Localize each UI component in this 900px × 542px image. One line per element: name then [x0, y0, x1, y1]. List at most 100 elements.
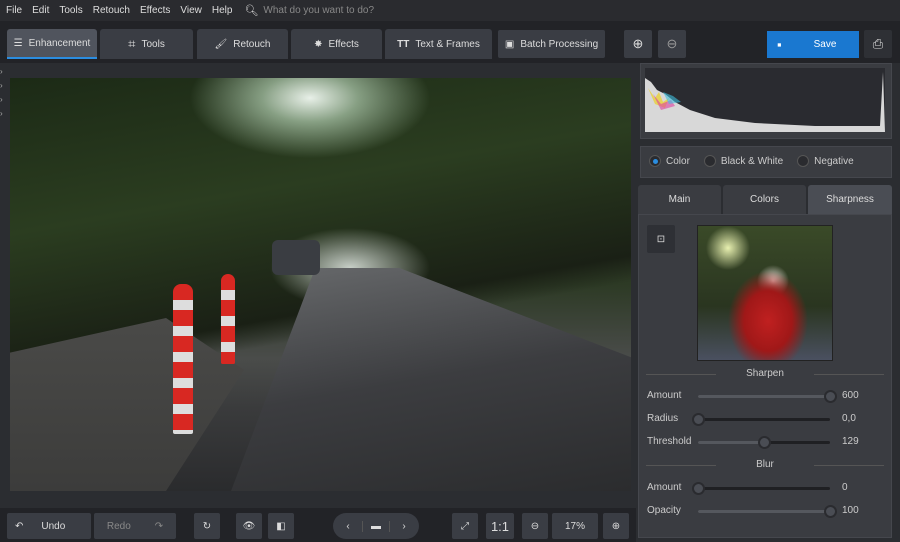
previous-icon[interactable]: ‹ [334, 521, 362, 532]
subtab-main[interactable]: Main [638, 185, 721, 214]
tab-label: Enhancement [28, 37, 91, 49]
menu-help[interactable]: Help [212, 5, 233, 16]
car [272, 240, 320, 275]
search-input[interactable]: What do you want to do? [263, 5, 374, 16]
slider-fill [698, 510, 830, 513]
slider-track[interactable] [698, 436, 830, 449]
menu-effects[interactable]: Effects [140, 5, 170, 16]
tab-label: Tools [141, 38, 165, 50]
menu-edit[interactable]: Edit [32, 5, 49, 16]
menu-retouch[interactable]: Retouch [93, 5, 130, 16]
search-box[interactable]: 🔍︎ What do you want to do? [244, 4, 374, 17]
slider-track[interactable] [692, 482, 830, 495]
radio-label: Negative [814, 155, 854, 167]
bottom-bar: ↶ Undo Redo ↷ ↻ 👁︎ ◧ ‹ ▬ › ⤢ 1:1 ⊖ 17% ⊕ [0, 508, 636, 542]
add-preset-button[interactable]: ⊕ [624, 30, 652, 58]
compare-icon: ◧ [276, 520, 286, 532]
preview-button[interactable]: 👁︎ [236, 513, 262, 539]
slider-handle[interactable] [692, 413, 705, 426]
tab-effects[interactable]: ✸ Effects [291, 29, 382, 59]
file-navigator: ‹ ▬ › [333, 513, 419, 539]
fit-to-screen-button[interactable]: ⤢ [452, 513, 478, 539]
sharpness-preview [697, 225, 833, 361]
subtab-colors[interactable]: Colors [723, 185, 806, 214]
menu-tools[interactable]: Tools [59, 5, 82, 16]
slider-handle[interactable] [824, 505, 837, 518]
slider-fill [698, 395, 830, 398]
reset-button[interactable]: ↻ [194, 513, 220, 539]
sharpen-amount-slider[interactable]: Amount 600 [647, 390, 867, 404]
brush-icon: 🖌︎ [214, 38, 228, 50]
rotate-icon: ↻ [202, 520, 212, 532]
tab-retouch[interactable]: 🖌︎ Retouch [197, 29, 288, 59]
histogram [645, 68, 885, 132]
floppy-disk-icon: ▪ [777, 37, 782, 52]
redo-button[interactable]: Redo ↷ [94, 513, 176, 539]
slider-handle[interactable] [758, 436, 771, 449]
subtab-sharpness[interactable]: Sharpness [808, 185, 892, 214]
collapsed-panel-toggles[interactable]: › › › › [0, 63, 8, 508]
radio-dot [797, 155, 810, 167]
menu-view[interactable]: View [180, 5, 202, 16]
next-icon[interactable]: › [390, 521, 418, 532]
slider-label: Threshold [647, 436, 692, 447]
redo-label: Redo [106, 520, 131, 532]
sliders-plus-icon: ⊕ [632, 36, 644, 51]
actual-size-label: 1:1 [490, 518, 510, 534]
sharpen-radius-slider[interactable]: Radius 0,0 [647, 413, 867, 427]
eye-icon: 👁︎ [242, 520, 256, 532]
slider-track[interactable] [698, 390, 837, 403]
subtab-label: Main [668, 194, 691, 205]
compare-button[interactable]: ◧ [268, 513, 294, 539]
batch-processing-button[interactable]: ▣ Batch Processing [498, 30, 605, 58]
slider-value: 129 [842, 436, 859, 447]
folder-icon[interactable]: ▬ [362, 520, 390, 532]
plus-circle-icon: ⊕ [611, 520, 621, 532]
actual-size-button[interactable]: 1:1 [486, 513, 514, 539]
zoom-level[interactable]: 17% [552, 513, 598, 539]
zoom-out-button[interactable]: ⊖ [522, 513, 548, 539]
slider-handle[interactable] [692, 482, 705, 495]
radio-black-white[interactable]: Black & White [703, 155, 784, 167]
save-label: Save [813, 39, 837, 50]
menu-file[interactable]: File [6, 5, 22, 16]
blur-opacity-slider[interactable]: Opacity 100 [647, 505, 867, 519]
slider-track[interactable] [698, 505, 837, 518]
load-preset-button[interactable]: ⊖ [658, 30, 686, 58]
slider-track[interactable] [692, 413, 830, 426]
radio-dot [649, 155, 661, 167]
slider-label: Opacity [647, 505, 681, 516]
images-icon: ▣ [504, 38, 515, 50]
preview-zoom-button[interactable]: ⊡ [647, 225, 675, 253]
slider-value: 0 [842, 482, 848, 493]
tab-label: Effects [328, 38, 359, 50]
tab-text-frames[interactable]: TT Text & Frames [385, 29, 492, 59]
menu-bar: File Edit Tools Retouch Effects View Hel… [0, 0, 900, 21]
magic-wand-icon: ✸ [314, 38, 323, 50]
sliders-icon: ☰ [13, 37, 23, 49]
radio-negative[interactable]: Negative [797, 155, 854, 167]
slider-handle[interactable] [824, 390, 837, 403]
save-button[interactable]: ▪ Save [767, 31, 859, 58]
slider-label: Amount [647, 390, 682, 401]
tab-label: Batch Processing [520, 38, 599, 50]
tab-label: Text & Frames [415, 38, 480, 50]
blur-amount-slider[interactable]: Amount 0 [647, 482, 867, 496]
sliders-download-icon: ⊖ [666, 36, 678, 51]
print-button[interactable]: ⎙ [864, 30, 892, 58]
undo-button[interactable]: ↶ Undo [7, 513, 91, 539]
zoom-in-button[interactable]: ⊕ [603, 513, 629, 539]
sharpen-threshold-slider[interactable]: Threshold 129 [647, 436, 867, 450]
subtab-label: Sharpness [826, 194, 874, 205]
tab-enhancement[interactable]: ☰ Enhancement [7, 29, 97, 59]
photo-canvas[interactable] [10, 78, 631, 491]
sharpen-section-title: Sharpen [646, 368, 884, 379]
radio-label: Black & White [720, 155, 784, 167]
minus-circle-icon: ⊖ [530, 520, 540, 532]
tab-tools[interactable]: ⌗ Tools [100, 29, 193, 59]
color-mode-panel: Color Black & White Negative [640, 146, 892, 178]
toolbar: ☰ Enhancement ⌗ Tools 🖌︎ Retouch ✸ Effects T… [0, 21, 900, 63]
radio-color[interactable]: Color [649, 155, 690, 167]
search-icon: 🔍︎ [244, 5, 259, 17]
slider-value: 600 [842, 390, 859, 401]
